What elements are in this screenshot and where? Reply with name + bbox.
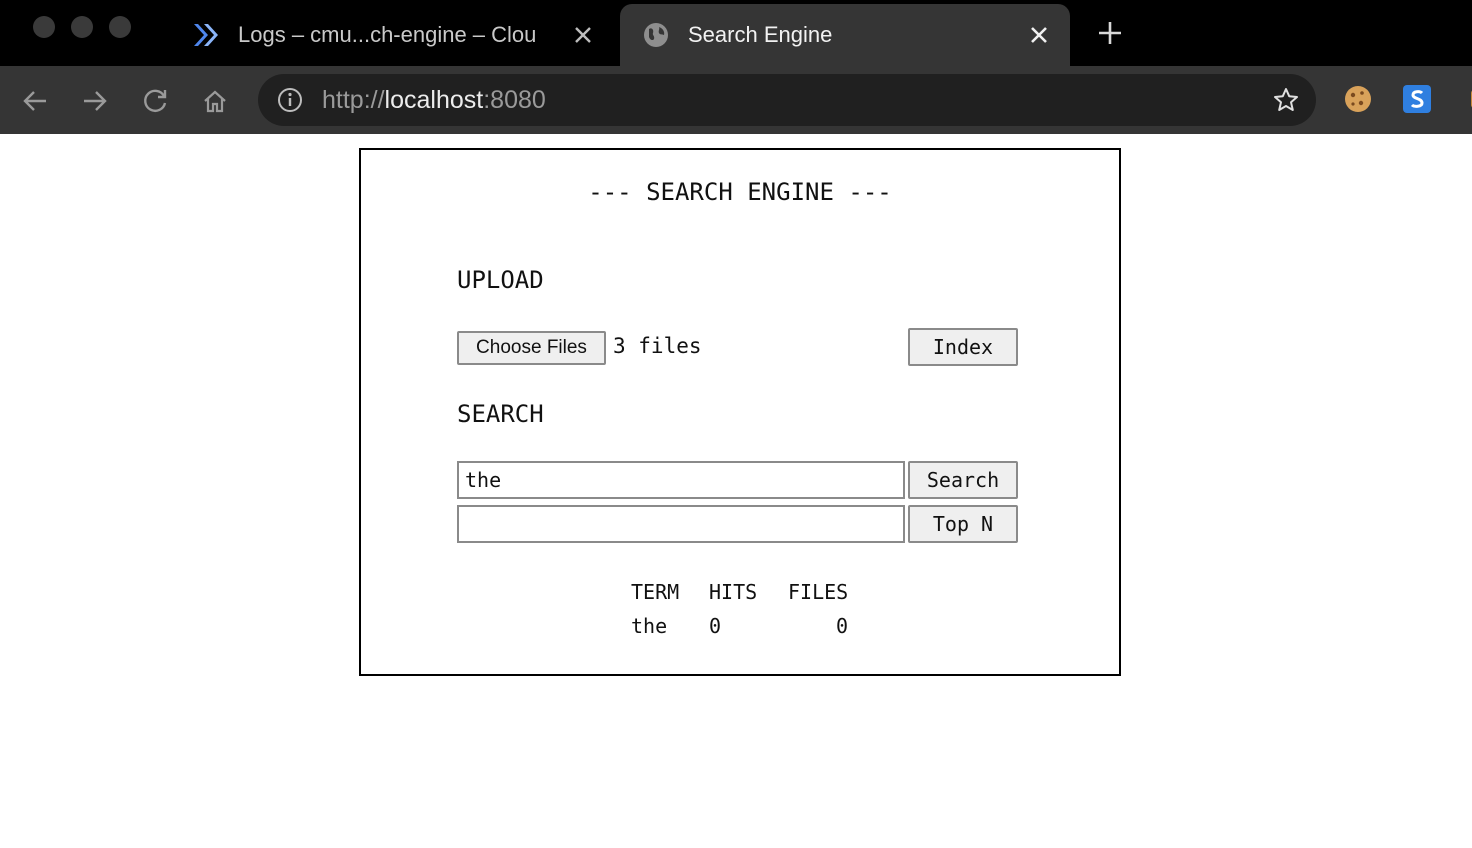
choose-files-button[interactable]: Choose Files — [457, 331, 606, 365]
url-scheme: http:// — [322, 86, 385, 114]
upload-heading: UPLOAD — [457, 266, 544, 294]
window-zoom-dot[interactable] — [109, 16, 131, 38]
close-icon[interactable] — [1024, 20, 1054, 50]
extension-icon[interactable] — [1460, 84, 1472, 114]
tab-strip: Logs – cmu...ch-engine – Clou Search Eng… — [0, 0, 1472, 66]
url-host: localhost — [384, 86, 484, 114]
page-title: --- SEARCH ENGINE --- — [588, 178, 892, 206]
address-bar[interactable]: http://localhost:8080 — [258, 74, 1316, 126]
url-port: :8080 — [483, 86, 546, 114]
reload-icon[interactable] — [138, 84, 172, 118]
cloud-run-icon — [192, 21, 220, 49]
index-button[interactable]: Index — [908, 328, 1018, 366]
column-header-hits: HITS — [709, 580, 758, 604]
back-arrow-icon[interactable] — [18, 84, 52, 118]
home-icon[interactable] — [198, 84, 232, 118]
tab-search-engine[interactable]: Search Engine — [620, 4, 1070, 66]
tab-search-engine-title: Search Engine — [688, 22, 833, 47]
window-minimize-dot[interactable] — [71, 16, 93, 38]
globe-icon — [642, 21, 670, 49]
s-extension-icon[interactable] — [1402, 84, 1432, 114]
tab-logs[interactable]: Logs – cmu...ch-engine – Clou — [178, 4, 614, 66]
tab-logs-title: Logs – cmu...ch-engine – Clou — [238, 22, 537, 47]
search-input[interactable]: the — [457, 461, 905, 499]
forward-arrow-icon[interactable] — [78, 84, 112, 118]
top-n-input[interactable] — [457, 505, 905, 543]
column-header-term: TERM — [631, 580, 680, 604]
window-close-dot[interactable] — [33, 16, 55, 38]
bookmark-star-icon[interactable] — [1272, 86, 1300, 114]
info-icon[interactable] — [276, 86, 304, 114]
result-term-cell: the — [631, 614, 668, 638]
column-header-files: FILES — [788, 580, 849, 604]
search-heading: SEARCH — [457, 400, 544, 428]
search-engine-panel: --- SEARCH ENGINE --- UPLOAD Choose File… — [359, 148, 1121, 676]
top-n-button[interactable]: Top N — [908, 505, 1018, 543]
browser-toolbar: http://localhost:8080 — [0, 66, 1472, 134]
result-hits-cell: 0 — [709, 614, 722, 638]
result-files-cell: 0 — [836, 614, 849, 638]
new-tab-icon[interactable] — [1094, 17, 1126, 49]
search-button[interactable]: Search — [908, 461, 1018, 499]
close-icon[interactable] — [568, 20, 598, 50]
url-text: http://localhost:8080 — [322, 86, 546, 115]
file-count-label: 3 files — [613, 334, 702, 358]
cookie-extension-icon[interactable] — [1343, 84, 1373, 114]
